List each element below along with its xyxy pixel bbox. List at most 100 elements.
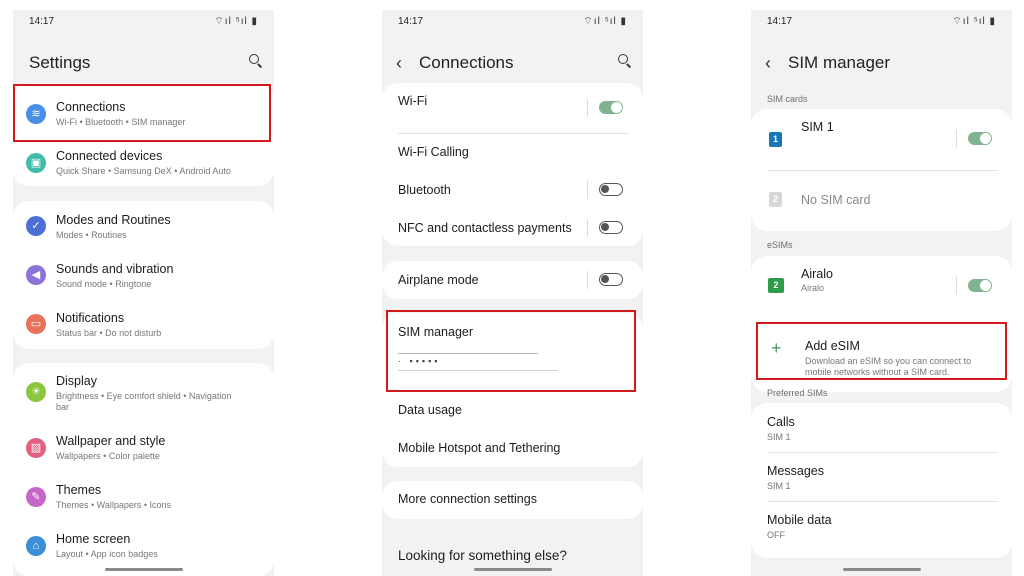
highlight-connections: [13, 84, 271, 142]
esim-icon: 2: [768, 278, 784, 293]
sim1-row[interactable]: 1 SIM 1: [751, 109, 1012, 170]
page-title: SIM manager: [788, 53, 891, 72]
calls-row[interactable]: Calls SIM 1: [751, 403, 1012, 452]
item-title: Notifications: [56, 311, 125, 325]
data-usage-row[interactable]: Data usage: [382, 391, 643, 429]
themes-icon: ✎: [26, 487, 46, 507]
notification-icon: ▭: [26, 314, 46, 334]
airalo-toggle[interactable]: [968, 279, 992, 292]
row-title: Airalo: [801, 267, 833, 281]
gesture-bar: [104, 568, 183, 571]
brightness-icon: ☀: [26, 382, 46, 402]
section-label-esims: eSIMs: [767, 240, 793, 250]
no-sim-row: 2 No SIM card: [751, 170, 1012, 231]
page-title: Settings: [29, 53, 91, 72]
item-title: Themes: [56, 483, 102, 497]
item-subtitle: Layout • App icon badges: [56, 549, 158, 559]
airplane-mode-row[interactable]: Airplane mode: [382, 261, 643, 299]
settings-item-notifications[interactable]: ▭ Notifications Status bar • Do not dist…: [13, 299, 274, 349]
connections-group-more: More connection settings: [382, 481, 643, 519]
settings-item-connected-devices[interactable]: ▣ Connected devices Quick Share • Samsun…: [13, 138, 274, 186]
row-title: Mobile data: [767, 513, 832, 527]
hotspot-row[interactable]: Mobile Hotspot and Tethering: [382, 429, 643, 467]
status-bar: 14:17 ⌔ıl ⁵ıl ▮: [751, 10, 1012, 32]
row-title: NFC and contactless payments: [398, 221, 572, 235]
settings-item-themes[interactable]: ✎ Themes Themes • Wallpapers • Icons: [13, 472, 274, 521]
row-title: Wi-Fi Calling: [398, 145, 469, 159]
bluetooth-row[interactable]: Bluetooth: [382, 171, 643, 209]
item-subtitle: Brightness • Eye comfort shield • Naviga…: [56, 391, 232, 401]
item-title: Connected devices: [56, 149, 163, 163]
row-title: Mobile Hotspot and Tethering: [398, 441, 561, 455]
row-title: Data usage: [398, 403, 462, 417]
sim-card-icon: 2: [769, 192, 782, 207]
row-subtitle: Airalo: [801, 283, 825, 293]
item-subtitle: Wallpapers • Color palette: [56, 451, 160, 461]
item-title: Modes and Routines: [56, 213, 171, 227]
item-title: Display: [56, 374, 97, 388]
row-value: OFF: [767, 530, 785, 540]
row-title: Wi-Fi: [398, 94, 428, 108]
search-icon[interactable]: [618, 54, 632, 68]
nfc-toggle[interactable]: [599, 221, 623, 234]
gesture-bar: [842, 568, 921, 571]
connections-group-airplane: Airplane mode: [382, 261, 643, 299]
connections-screen: 14:17 ⌔ıl ⁵ıl ▮ ‹ Connections Wi-Fi Wi-F…: [382, 10, 643, 576]
divider: [587, 271, 588, 289]
sim1-toggle[interactable]: [968, 132, 992, 145]
item-title: Home screen: [56, 532, 131, 546]
divider: [587, 219, 588, 237]
item-title: Sounds and vibration: [56, 262, 174, 276]
settings-screen: 14:17 ⌔ıl ⁵ıl ▮ Settings ≋ Connections W…: [13, 10, 274, 576]
divider: [587, 99, 588, 117]
item-title: Wallpaper and style: [56, 434, 166, 448]
item-subtitle: Quick Share • Samsung DeX • Android Auto: [56, 166, 231, 176]
settings-group-modes: ✓ Modes and Routines Modes • Routines ◀ …: [13, 201, 274, 349]
search-icon[interactable]: [249, 54, 263, 68]
airalo-row[interactable]: 2 Airalo Airalo: [751, 256, 1012, 316]
wifi-toggle[interactable]: [599, 101, 623, 114]
wifi-calling-row[interactable]: Wi-Fi Calling: [382, 133, 643, 171]
gesture-bar: [473, 568, 552, 571]
row-value: SIM 1: [767, 432, 791, 442]
status-time: 14:17: [767, 16, 793, 27]
highlight-add-esim: [756, 322, 1007, 380]
mobile-data-row[interactable]: Mobile data OFF: [751, 501, 1012, 551]
home-icon: ⌂: [26, 536, 46, 556]
bluetooth-toggle[interactable]: [599, 183, 623, 196]
looking-for-something-else[interactable]: Looking for something else?: [398, 548, 567, 563]
back-arrow-icon[interactable]: ‹: [396, 53, 402, 74]
status-bar: 14:17 ⌔ıl ⁵ıl ▮: [13, 10, 274, 32]
row-value: SIM 1: [767, 481, 791, 491]
item-subtitle: Sound mode • Ringtone: [56, 279, 152, 289]
sim-card-icon: 1: [769, 132, 782, 147]
divider: [956, 276, 957, 294]
settings-item-home-screen[interactable]: ⌂ Home screen Layout • App icon badges: [13, 521, 274, 570]
highlight-sim-manager: [386, 310, 636, 392]
divider: [956, 130, 957, 148]
item-subtitle: Modes • Routines: [56, 230, 127, 240]
page-title: Connections: [419, 53, 514, 72]
preferred-sims-group: Calls SIM 1 Messages SIM 1 Mobile data O…: [751, 403, 1012, 558]
divider: [587, 181, 588, 199]
settings-group-display: ☀ Display Brightness • Eye comfort shiel…: [13, 363, 274, 576]
status-icons: ⌔ıl ⁵ıl ▮: [952, 16, 996, 27]
row-title: No SIM card: [801, 193, 871, 207]
row-title: Bluetooth: [398, 183, 451, 197]
status-icons: ⌔ıl ⁵ıl ▮: [214, 16, 258, 27]
messages-row[interactable]: Messages SIM 1: [751, 452, 1012, 501]
section-label-preferred: Preferred SIMs: [767, 388, 828, 398]
airplane-toggle[interactable]: [599, 273, 623, 286]
status-time: 14:17: [398, 16, 424, 27]
settings-item-wallpaper[interactable]: ▨ Wallpaper and style Wallpapers • Color…: [13, 423, 274, 472]
nfc-row[interactable]: NFC and contactless payments: [382, 209, 643, 246]
back-arrow-icon[interactable]: ‹: [765, 53, 771, 74]
status-time: 14:17: [29, 16, 55, 27]
wifi-row[interactable]: Wi-Fi: [382, 83, 643, 133]
routines-icon: ✓: [26, 216, 46, 236]
settings-item-display[interactable]: ☀ Display Brightness • Eye comfort shiel…: [13, 363, 274, 423]
settings-item-modes-routines[interactable]: ✓ Modes and Routines Modes • Routines: [13, 201, 274, 250]
more-settings-row[interactable]: More connection settings: [382, 481, 643, 519]
settings-item-sounds[interactable]: ◀ Sounds and vibration Sound mode • Ring…: [13, 250, 274, 299]
section-label-sim-cards: SIM cards: [767, 94, 808, 104]
